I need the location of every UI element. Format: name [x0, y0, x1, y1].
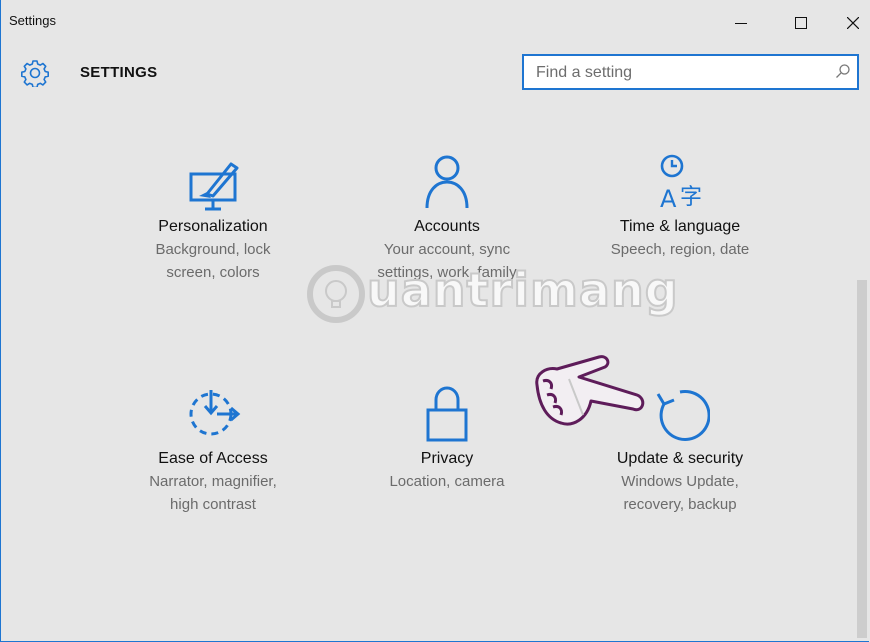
gear-icon [21, 60, 49, 87]
tile-desc-line: Your account, sync [383, 241, 511, 258]
privacy-icon [426, 386, 468, 442]
ease-of-access-icon [189, 390, 241, 436]
tile-description: Narrator, magnifier, high contrast [118, 470, 308, 516]
settings-header: SETTINGS [1, 50, 869, 100]
update-security-icon [656, 389, 710, 441]
minimize-icon [735, 23, 747, 24]
tile-desc-line: settings, work, family [377, 264, 517, 281]
search-box[interactable] [522, 54, 859, 90]
tile-privacy[interactable]: Privacy Location, camera [352, 384, 542, 493]
tile-personalization[interactable]: Personalization Background, lock screen,… [118, 152, 308, 284]
page-title: SETTINGS [80, 64, 158, 81]
tile-desc-line: screen, colors [166, 264, 260, 281]
close-icon [847, 17, 859, 29]
tile-description: Location, camera [352, 470, 542, 493]
time-language-icon: A 字 [660, 154, 702, 212]
tile-description: Your account, sync settings, work, famil… [352, 238, 542, 284]
tile-description: Speech, region, date [585, 238, 775, 261]
tile-ease-of-access[interactable]: Ease of Access Narrator, magnifier, high… [118, 384, 308, 516]
window-title: Settings [9, 13, 56, 28]
pointing-hand-icon [535, 355, 645, 426]
search-input[interactable] [534, 62, 828, 84]
tile-accounts[interactable]: Accounts Your account, sync settings, wo… [352, 152, 542, 284]
title-bar[interactable]: Settings [1, 0, 869, 50]
tile-name: Accounts [414, 218, 480, 235]
minimize-button[interactable] [723, 8, 759, 38]
close-button[interactable] [835, 8, 870, 38]
svg-text:字: 字 [680, 185, 702, 210]
scrollbar[interactable] [857, 280, 867, 638]
tile-desc-line: Narrator, magnifier, [149, 473, 277, 490]
tile-desc-line: high contrast [170, 496, 256, 513]
search-icon[interactable] [835, 63, 851, 79]
tile-desc-line: Location, camera [389, 473, 505, 490]
personalization-icon [189, 162, 239, 211]
tile-time-language[interactable]: A 字 Time & language Speech, region, date [585, 152, 775, 261]
tile-desc-line: Windows Update, [621, 473, 739, 490]
accounts-icon [425, 155, 469, 209]
tile-description: Background, lock screen, colors [118, 238, 308, 284]
tile-desc-line: Speech, region, date [610, 241, 750, 258]
maximize-button[interactable] [783, 8, 819, 38]
svg-text:A: A [660, 185, 677, 212]
maximize-icon [795, 17, 807, 29]
tile-name: Personalization [158, 218, 268, 235]
tile-name: Update & security [616, 450, 744, 467]
tile-name: Ease of Access [158, 450, 268, 467]
tile-name: Time & language [619, 218, 741, 235]
tile-desc-line: Background, lock [155, 241, 271, 258]
tile-description: Windows Update, recovery, backup [585, 470, 775, 516]
settings-window: Settings SETTINGS Find a setting Persona… [0, 0, 869, 642]
tile-desc-line: recovery, backup [623, 496, 737, 513]
tile-name: Privacy [420, 450, 474, 467]
